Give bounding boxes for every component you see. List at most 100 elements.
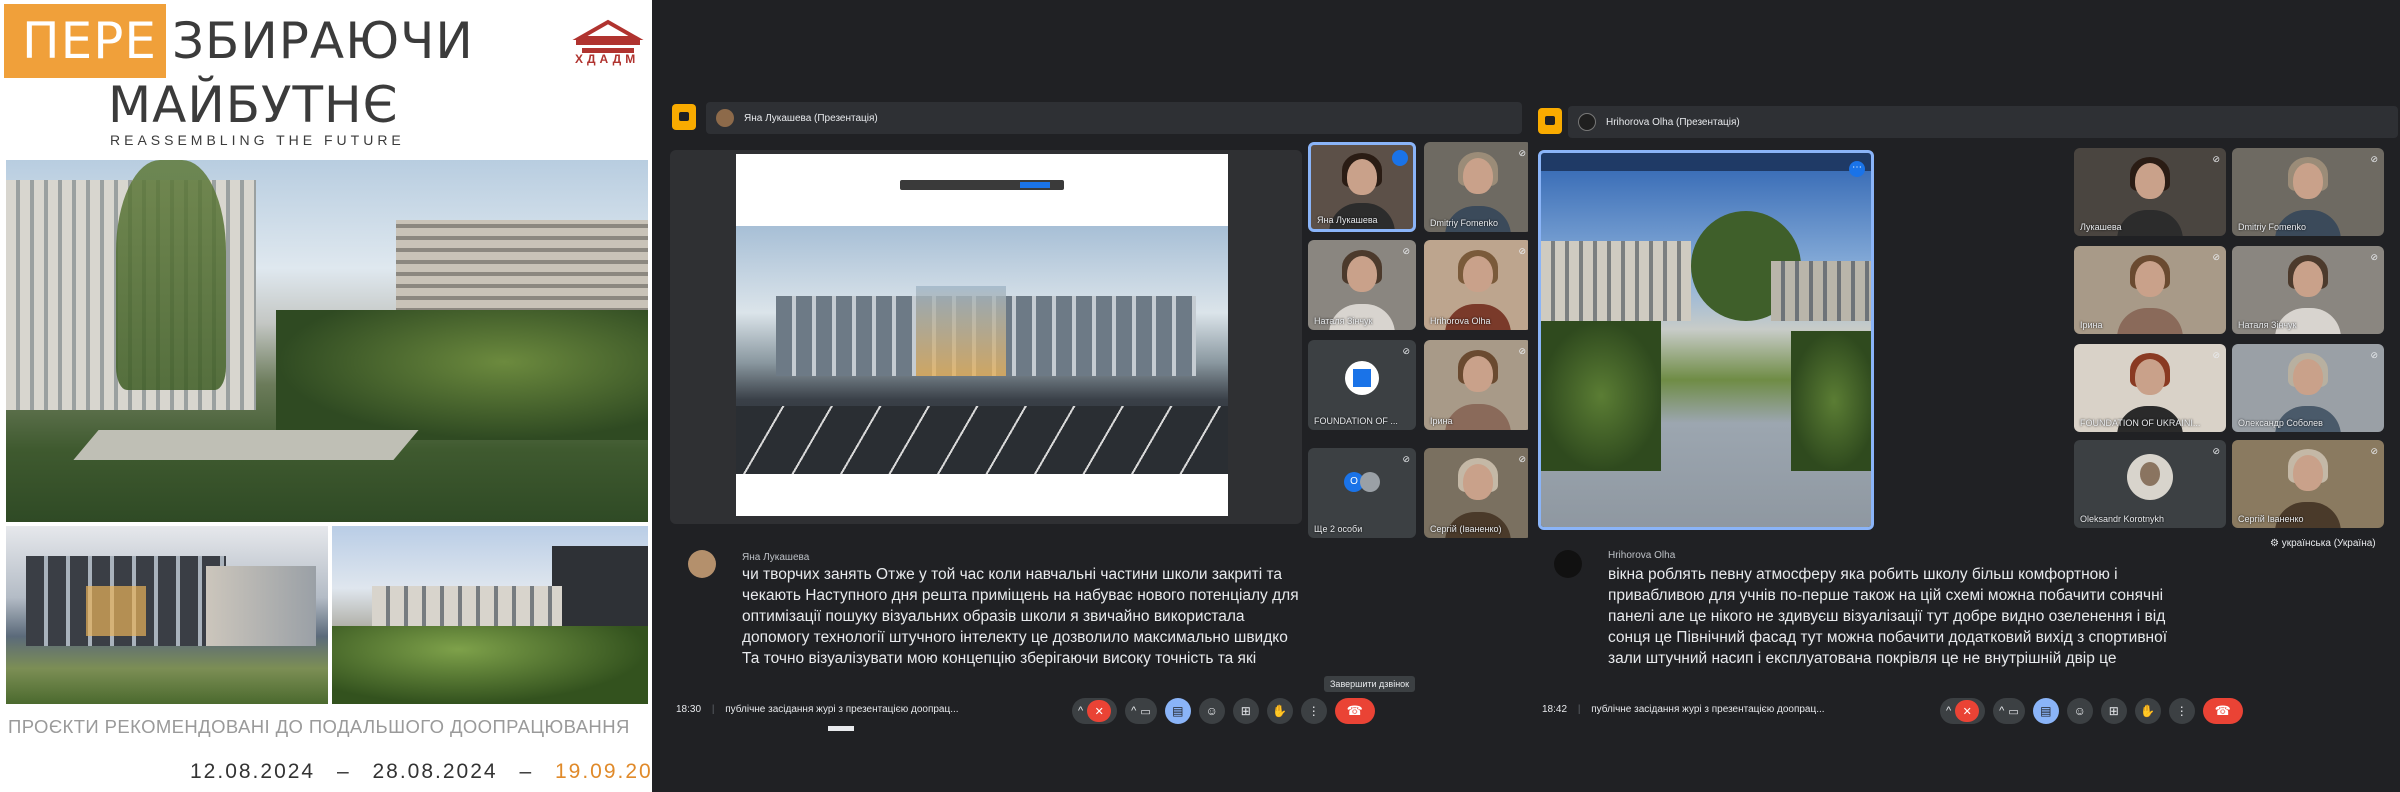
participant-name: Наталя Зінчук — [2238, 320, 2297, 330]
caption-line: сонця це Північний фасад тут можна побач… — [1608, 629, 2168, 646]
participant-name: FOUNDATION OF ... — [1314, 416, 1398, 426]
camera-toggle[interactable]: ^ ▭ — [1993, 698, 2025, 724]
muted-icon: ⊘ — [2212, 350, 2220, 360]
participant-video — [2135, 261, 2165, 298]
pin-icon[interactable] — [1538, 108, 1562, 134]
participant-video — [1463, 158, 1493, 195]
participant-tile[interactable]: ⊘ Ірина — [1424, 340, 1528, 430]
mic-off-icon: ✕ — [1955, 700, 1980, 722]
present-button[interactable]: ⊞ — [2100, 698, 2127, 724]
poster: ПЕРЕ ЗБИРАЮЧИ МАЙБУТНЄ REASSEMBLING THE … — [0, 0, 652, 792]
language-indicator[interactable]: ⚙ українська (Україна) — [2270, 538, 2376, 549]
participant-name: FOUNDATION OF UKRAINI... — [2080, 418, 2201, 428]
date-2: 28.08.2024 — [372, 760, 498, 783]
chevron-up-icon: ^ — [1999, 705, 2005, 717]
live-captions: чи творчих занять Отже у той час коли на… — [742, 564, 1299, 669]
participant-tile[interactable]: ⊘ Олександр Соболев — [2232, 344, 2384, 432]
participant-tile[interactable]: ⊘ FOUNDATION OF ... — [1308, 340, 1416, 430]
muted-icon: ⊘ — [2212, 154, 2220, 164]
render-left-image — [6, 526, 328, 704]
mic-toggle[interactable]: ^ ✕ — [1940, 698, 1986, 724]
participant-video — [1463, 356, 1493, 393]
avatar — [1360, 472, 1380, 492]
avatar — [1578, 113, 1596, 131]
raise-hand-button[interactable]: ✋ — [2134, 698, 2161, 724]
participant-tile[interactable]: ⊘ Ірина — [2074, 246, 2226, 334]
participant-tile[interactable]: ⊘ Наталя Зінчук — [1308, 240, 1416, 330]
caption-line: зали штучний насип і експлуатована покрі… — [1608, 650, 2117, 667]
participant-video — [2135, 163, 2165, 200]
presentation-bar: Яна Лукашева (Презентація) — [706, 102, 1522, 134]
muted-icon: ⊘ — [2370, 350, 2378, 360]
participant-tile[interactable]: ⊘ Hrihorova Olha — [1424, 240, 1528, 330]
chevron-up-icon: ^ — [1078, 705, 1084, 717]
mic-toggle[interactable]: ^ ✕ — [1072, 698, 1118, 724]
muted-icon: ⊘ — [1518, 346, 1526, 356]
participant-tile[interactable]: ⊘ Сергій Іваненко — [2232, 440, 2384, 528]
caption-line: оптимізації пошуку візуальних образів шк… — [742, 608, 1245, 625]
caption-line: Та точно візуалізувати мою концепцію збе… — [742, 650, 1257, 667]
participant-name: Oleksandr Korotnykh — [2080, 514, 2165, 524]
muted-icon: ⊘ — [2212, 252, 2220, 262]
leave-call-button[interactable]: ☎ — [2202, 698, 2243, 724]
captions-icon: ⚙ — [2270, 538, 2279, 549]
poster-caption: ПРОЄКТИ РЕКОМЕНДОВАНІ ДО ПОДАЛЬШОГО ДООП… — [8, 716, 630, 737]
meet-window-right: Hrihorova Olha (Презентація) ⋯ ⊘ Лукашева… — [1528, 0, 2400, 792]
meeting-time: 18:30 | публічне засідання журі з презен… — [676, 704, 959, 715]
logo-text: ХДАДМ — [575, 52, 640, 66]
participant-tile[interactable]: ⊘ Наталя Зінчук — [2232, 246, 2384, 334]
speaker-name: Hrihorova Olha — [1608, 550, 1676, 561]
emoji-button[interactable]: ☺ — [2066, 698, 2093, 724]
participant-tile[interactable]: ⊘ Dmitriy Fomenko — [1424, 142, 1528, 232]
more-icon[interactable]: ⋯ — [1849, 161, 1865, 177]
camera-toggle[interactable]: ^ ▭ — [1125, 698, 1157, 724]
date-3: 19.09.2024 — [554, 760, 652, 783]
participant-tile[interactable]: ⊘ Dmitriy Fomenko — [2232, 148, 2384, 236]
muted-icon: ⊘ — [1518, 148, 1526, 158]
captions-button[interactable]: ▤ — [2032, 698, 2059, 724]
meeting-name: публічне засідання журі з презентацією д… — [725, 704, 959, 715]
participant-video — [2293, 359, 2323, 396]
more-options-button[interactable]: ⋮ — [2168, 698, 2195, 724]
share-toolbar — [900, 180, 1064, 190]
caption-indicator — [828, 726, 854, 731]
avatar — [2127, 453, 2173, 500]
participant-name: Сергій Іваненко — [2238, 514, 2304, 524]
participant-tile[interactable]: О ⊘ Ще 2 особи — [1308, 448, 1416, 538]
muted-icon: ⊘ — [1402, 246, 1410, 256]
participant-tile[interactable]: ⊘ Лукашева — [2074, 148, 2226, 236]
participant-video — [1463, 256, 1493, 293]
render-main-image — [6, 160, 648, 522]
present-button[interactable]: ⊞ — [1232, 698, 1259, 724]
leave-call-button[interactable]: ☎ — [1334, 698, 1375, 724]
date-separator: – — [519, 760, 534, 783]
live-captions: вікна роблять певну атмосферу яка робить… — [1608, 564, 2167, 669]
participant-name: Яна Лукашева — [1317, 215, 1378, 225]
presentation-stage: ⋯ — [1538, 150, 1874, 530]
slide-render-image — [736, 226, 1228, 474]
raise-hand-button[interactable]: ✋ — [1266, 698, 1293, 724]
date-separator: – — [336, 760, 351, 783]
participant-name: Ще 2 особи — [1314, 524, 1363, 534]
participant-name: Лукашева — [2080, 222, 2122, 232]
pin-icon[interactable] — [672, 104, 696, 130]
participant-tile[interactable]: ⊘ FOUNDATION OF UKRAINI... — [2074, 344, 2226, 432]
title-rest: ЗБИРАЮЧИ — [172, 12, 474, 70]
meeting-time: 18:42 | публічне засідання журі з презен… — [1542, 704, 1825, 715]
caption-line: чи творчих занять Отже у той час коли на… — [742, 566, 1283, 583]
speaker-name: Яна Лукашева — [742, 552, 810, 563]
participant-name: Олександр Соболев — [2238, 418, 2323, 428]
participant-video — [2293, 261, 2323, 298]
participant-tile[interactable]: Яна Лукашева — [1308, 142, 1416, 232]
participant-tile[interactable]: ⊘ Сергій (Іваненко) — [1424, 448, 1528, 538]
muted-icon: ⊘ — [1402, 346, 1410, 356]
poster-dates: 12.08.2024 – 28.08.2024 – 19.09.2024 — [190, 760, 652, 784]
emoji-button[interactable]: ☺ — [1198, 698, 1225, 724]
meeting-name: публічне засідання журі з презентацією д… — [1591, 704, 1825, 715]
participant-tile[interactable]: ⊘ Oleksandr Korotnykh — [2074, 440, 2226, 528]
meeting-controls: ^ ✕ ^ ▭ ▤ ☺ ⊞ ✋ ⋮ ☎ — [1940, 696, 2243, 726]
captions-button[interactable]: ▤ — [1164, 698, 1191, 724]
participant-video — [2293, 455, 2323, 492]
participant-video — [1463, 464, 1493, 501]
more-options-button[interactable]: ⋮ — [1300, 698, 1327, 724]
